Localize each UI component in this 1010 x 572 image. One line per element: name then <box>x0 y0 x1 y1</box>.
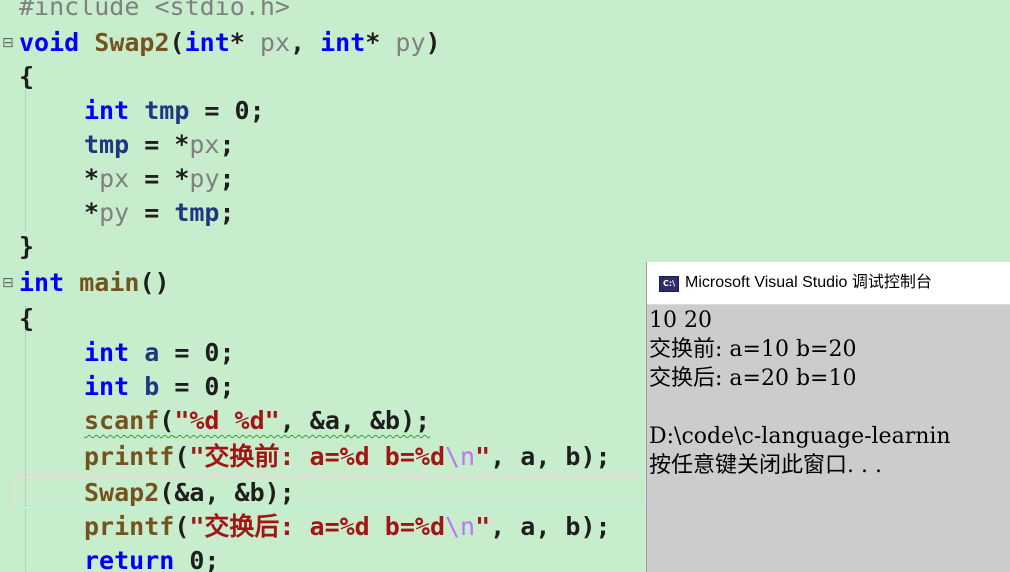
console-output-line: 交换前: a=10 b=20 <box>649 337 857 362</box>
console-app-icon: C:\ <box>659 276 679 292</box>
code-line[interactable]: *px = *py; <box>0 162 1010 196</box>
code-text: ; <box>219 130 235 159</box>
code-line[interactable]: tmp = *px; <box>0 128 1010 162</box>
function-name: printf <box>84 512 175 541</box>
code-text: = 0; <box>159 372 235 401</box>
keyword: int <box>84 372 130 401</box>
keyword: int <box>84 338 130 367</box>
variable: tmp <box>84 130 130 159</box>
punct: * <box>229 28 245 57</box>
code-line-swap-signature[interactable]: ⊟ void Swap2(int* px, int* py) <box>0 26 1010 60</box>
string-literal: " <box>475 442 491 471</box>
code-line-brace-open[interactable]: { <box>0 60 1010 94</box>
code-text: , a, b); <box>490 512 611 541</box>
debug-console-window[interactable]: C:\ Microsoft Visual Studio 调试控制台 10 20 … <box>646 262 1010 572</box>
escape-sequence: \n <box>445 512 476 541</box>
collapse-icon[interactable]: ⊟ <box>2 26 18 60</box>
keyword: return <box>84 546 175 572</box>
code-text: , &a, &b); <box>279 406 431 435</box>
code-text: = 0; <box>189 96 265 125</box>
punct: , <box>290 28 306 57</box>
code-line[interactable]: *py = tmp; <box>0 196 1010 230</box>
variable: tmp <box>174 198 220 227</box>
brace: { <box>19 62 35 91</box>
parameter: py <box>99 198 130 227</box>
variable: b <box>144 372 160 401</box>
code-text: = 0; <box>159 338 235 367</box>
punct: ( <box>159 406 175 435</box>
parameter: py <box>395 28 426 57</box>
console-output-line: 10 20 <box>649 308 712 333</box>
code-text: ; <box>219 164 235 193</box>
function-name: main <box>79 268 140 297</box>
code-line-brace-close[interactable]: } <box>0 230 1010 264</box>
punct: () <box>139 268 170 297</box>
code-text: = <box>129 198 175 227</box>
punct: ( <box>174 512 190 541</box>
keyword: int <box>19 268 65 297</box>
function-name: Swap2 <box>84 478 160 507</box>
keyword: void <box>19 28 80 57</box>
function-name: printf <box>84 442 175 471</box>
console-titlebar[interactable]: C:\ Microsoft Visual Studio 调试控制台 <box>647 262 1010 305</box>
code-text: (&a, &b); <box>159 478 295 507</box>
parameter: px <box>99 164 130 193</box>
string-literal: "交换前: a=%d b=%d <box>189 442 445 471</box>
parameter: px <box>189 130 220 159</box>
string-literal: " <box>475 512 491 541</box>
code-text: , a, b); <box>490 442 611 471</box>
code-text: = * <box>129 130 190 159</box>
keyword: int <box>320 28 366 57</box>
keyword: int <box>184 28 230 57</box>
punct: ( <box>169 28 185 57</box>
parameter: px <box>259 28 290 57</box>
code-text: ; <box>219 198 235 227</box>
code-text: = * <box>129 164 190 193</box>
escape-sequence: \n <box>445 442 476 471</box>
string-literal: "%d %d" <box>174 406 280 435</box>
code-text: * <box>84 198 100 227</box>
brace: { <box>19 304 35 333</box>
string-literal: "交换后: a=%d b=%d <box>189 512 445 541</box>
variable: tmp <box>144 96 190 125</box>
keyword: int <box>84 96 130 125</box>
brace: } <box>19 232 35 261</box>
function-name: Swap2 <box>94 28 170 57</box>
code-text: 0; <box>174 546 220 572</box>
warning-squiggle[interactable]: scanf("%d %d", &a, &b); <box>84 404 430 438</box>
punct: * <box>365 28 381 57</box>
code-line-include[interactable]: #include <stdio.h> <box>0 0 1010 24</box>
parameter: py <box>189 164 220 193</box>
punct: ) <box>425 28 441 57</box>
punct: ( <box>174 442 190 471</box>
function-name: scanf <box>84 406 160 435</box>
console-title: Microsoft Visual Studio 调试控制台 <box>685 274 932 291</box>
code-text: * <box>84 164 100 193</box>
console-output-line: 交换后: a=20 b=10 <box>649 366 857 391</box>
collapse-icon[interactable]: ⊟ <box>2 266 18 300</box>
code-line[interactable]: int tmp = 0; <box>0 94 1010 128</box>
console-output-line: 按任意键关闭此窗口. . . <box>649 453 882 478</box>
variable: a <box>144 338 160 367</box>
console-output-line: D:\code\c-language-learnin <box>649 424 951 449</box>
preprocessor-directive: #include <stdio.h> <box>19 0 290 21</box>
